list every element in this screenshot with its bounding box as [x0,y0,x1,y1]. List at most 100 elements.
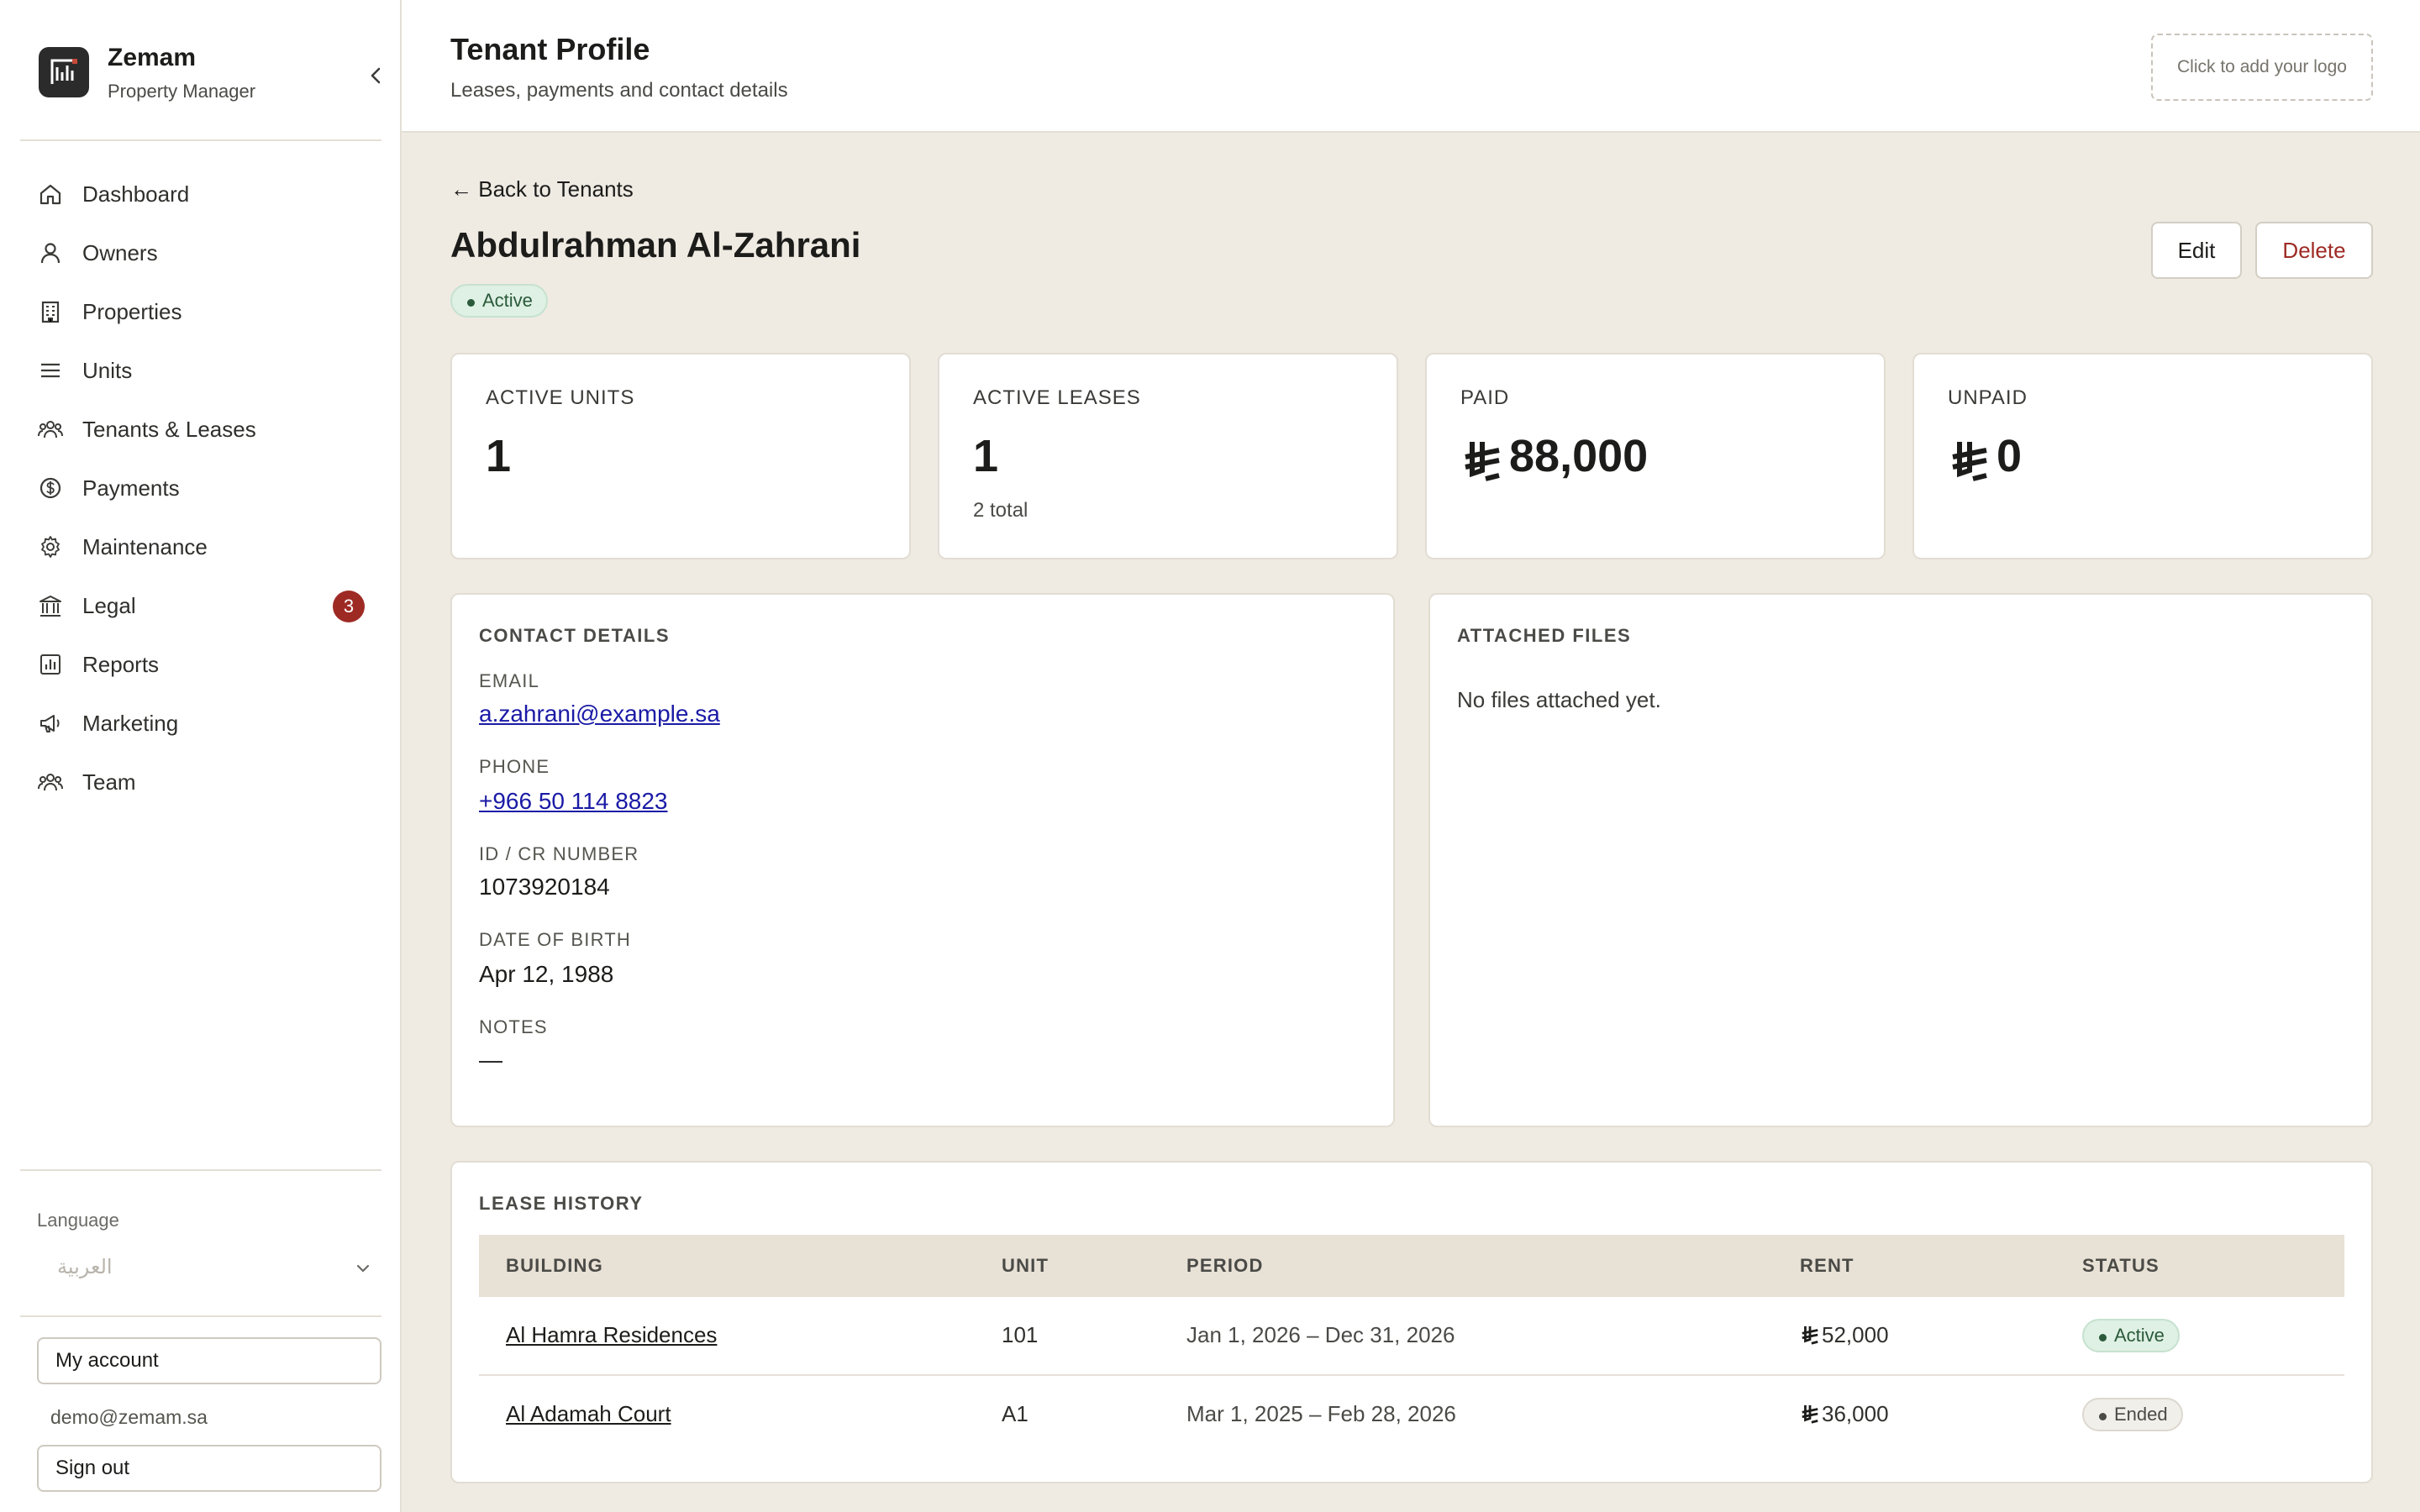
sidebar-item-label: Maintenance [82,533,208,559]
stat-card-unpaid: UNPAID 0 [1912,353,2373,559]
page-subtitle: Leases, payments and contact details [450,79,788,102]
sign-out-button[interactable]: Sign out [37,1445,381,1492]
sidebar-item-tenants-leases[interactable]: Tenants & Leases [20,400,381,459]
home-icon [37,181,64,207]
lease-status-badge: Ended [2082,1398,2183,1431]
id-number-value: 1073920184 [479,874,610,900]
unit-cell: A1 [1002,1401,1028,1426]
language-select-value: العربية [57,1255,113,1278]
delete-button[interactable]: Delete [2255,222,2373,279]
no-files-message: No files attached yet. [1457,687,1661,712]
page-header: Tenant Profile Leases, payments and cont… [402,0,2420,133]
sidebar-item-maintenance[interactable]: Maintenance [20,517,381,576]
email-link[interactable]: a.zahrani@example.sa [479,701,720,727]
stat-label: PAID [1460,386,1510,409]
sidebar-item-label: Payments [82,475,180,501]
back-to-tenants-link[interactable]: ← Back to Tenants [450,176,634,202]
riyal-currency-icon [1952,442,1987,481]
legal-count-badge: 3 [333,591,365,622]
contact-details-card: CONTACT DETAILS EMAIL a.zahrani@example.… [450,593,1395,1127]
section-title: LEASE HISTORY [479,1193,644,1214]
sidebar-divider [20,1315,381,1317]
sidebar-item-marketing[interactable]: Marketing [20,694,381,753]
tenant-status-badge: Active [450,284,548,318]
attached-files-card: ATTACHED FILES No files attached yet. [1428,593,2373,1127]
unit-cell: 101 [1002,1322,1039,1347]
column-header-rent: RENT [1800,1255,1854,1276]
sidebar-item-label: Reports [82,651,160,677]
lease-status-badge: Active [2082,1319,2180,1352]
sidebar-item-label: Marketing [82,710,179,736]
user-icon [37,239,64,266]
date-of-birth-value: Apr 12, 1988 [479,961,614,987]
stat-label: ACTIVE UNITS [486,386,635,409]
sidebar-item-reports[interactable]: Reports [20,635,381,694]
brand-logo-icon [39,47,89,97]
table-row: Al Hamra Residences 101 Jan 1, 2026 – De… [479,1297,2344,1376]
sidebar-item-team[interactable]: Team [20,753,381,811]
notes-label: NOTES [479,1016,548,1037]
megaphone-icon [37,710,64,737]
stat-value: 1 [486,431,512,481]
language-select[interactable]: العربية [37,1250,378,1287]
stat-card-paid: PAID 88,000 [1425,353,1886,559]
stat-card-active-leases: ACTIVE LEASES 1 2 total [938,353,1398,559]
date-of-birth-label: DATE OF BIRTH [479,929,632,950]
stat-value: 0 [1996,431,2023,481]
stat-value: 1 [973,431,999,481]
chevron-left-icon [371,67,381,84]
add-logo-button[interactable]: Click to add your logo [2151,34,2373,101]
sidebar-item-payments[interactable]: Payments [20,459,381,517]
stat-label: ACTIVE LEASES [973,386,1141,409]
sidebar-item-properties[interactable]: Properties [20,282,381,341]
collapse-sidebar-button[interactable] [361,60,392,91]
brand: Zemam Property Manager [37,44,381,111]
gear-icon [37,533,64,560]
stat-value: 88,000 [1509,431,1649,481]
edit-button[interactable]: Edit [2151,222,2242,279]
section-title: ATTACHED FILES [1457,625,1632,646]
period-cell: Mar 1, 2025 – Feb 28, 2026 [1186,1401,1456,1426]
sidebar-item-units[interactable]: Units [20,341,381,400]
phone-link[interactable]: +966 50 114 8823 [479,788,667,815]
stat-card-active-units: ACTIVE UNITS 1 [450,353,911,559]
account-email: demo@zemam.sa [50,1406,208,1428]
riyal-currency-icon [1802,1404,1818,1424]
table-header: BUILDING UNIT PERIOD RENT STATUS [479,1235,2344,1297]
email-label: EMAIL [479,670,540,691]
sidebar-item-label: Team [82,769,136,795]
sidebar-nav: Dashboard Owners Properties Units Tenant… [20,165,381,811]
brand-name: Zemam [108,44,197,71]
dollar-circle-icon [37,475,64,501]
sidebar-item-label: Owners [82,239,158,265]
column-header-building: BUILDING [506,1255,603,1276]
my-account-button[interactable]: My account [37,1337,381,1384]
sidebar: Zemam Property Manager Dashboard Owners [0,0,402,1512]
sidebar-item-label: Units [82,357,133,383]
column-header-unit: UNIT [1002,1255,1050,1276]
sidebar-item-label: Legal [82,592,136,618]
table-row: Al Adamah Court A1 Mar 1, 2025 – Feb 28,… [479,1376,2344,1455]
stat-note: 2 total [973,499,1028,522]
page-title: Tenant Profile [450,32,650,66]
users-icon [37,416,64,443]
id-number-label: ID / CR NUMBER [479,843,639,864]
sidebar-item-owners[interactable]: Owners [20,223,381,282]
brand-subtitle: Property Manager [108,81,256,102]
sidebar-divider [20,1169,381,1171]
notes-value: — [479,1047,502,1073]
section-title: CONTACT DETAILS [479,625,670,646]
column-header-period: PERIOD [1186,1255,1264,1276]
sidebar-item-label: Properties [82,298,182,324]
building-link[interactable]: Al Hamra Residences [506,1322,717,1348]
stat-label: UNPAID [1948,386,2028,409]
rent-cell: 36,000 [1822,1401,1889,1426]
sidebar-item-label: Dashboard [82,181,190,207]
column-header-status: STATUS [2082,1255,2160,1276]
riyal-currency-icon [1802,1326,1818,1345]
building-link[interactable]: Al Adamah Court [506,1401,671,1427]
period-cell: Jan 1, 2026 – Dec 31, 2026 [1186,1322,1455,1347]
phone-label: PHONE [479,756,550,777]
sidebar-item-legal[interactable]: Legal 3 [20,576,381,635]
sidebar-item-dashboard[interactable]: Dashboard [20,165,381,223]
